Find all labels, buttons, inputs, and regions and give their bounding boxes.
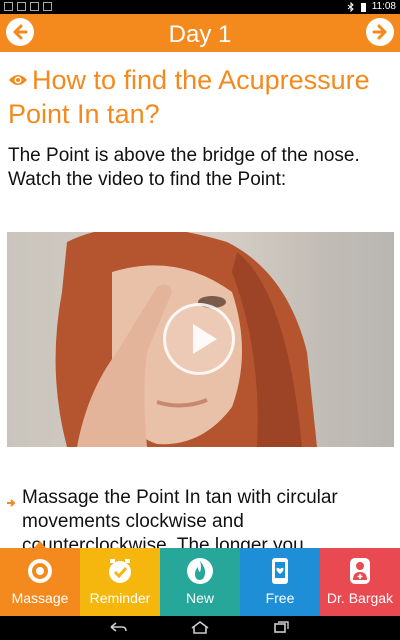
tab-label: Reminder [89, 590, 151, 606]
notification-icons [4, 2, 52, 11]
doctor-icon [350, 558, 370, 584]
tab-dr-bargak[interactable]: Dr. Bargak [320, 548, 400, 616]
bottom-tab-bar: Massage Reminder New Free Dr. Bargak [0, 541, 400, 616]
status-bar: 11:08 [0, 0, 400, 14]
battery-icon [360, 2, 366, 12]
eye-icon [8, 62, 28, 95]
tab-new[interactable]: New [160, 548, 240, 616]
lesson-content: How to find the Acupressure Point In tan… [0, 52, 400, 548]
tab-free[interactable]: Free [240, 548, 320, 616]
lesson-heading: How to find the Acupressure Point In tan… [8, 64, 396, 131]
play-icon [193, 324, 217, 354]
forward-button[interactable] [366, 18, 394, 46]
bluetooth-icon [347, 1, 354, 12]
instruction-item: Massage the Point In tan with circular m… [6, 486, 396, 548]
arrow-right-icon [372, 24, 387, 40]
system-nav-bar [0, 616, 400, 640]
flame-icon [187, 558, 213, 584]
tab-reminder[interactable]: Reminder [80, 548, 160, 616]
tab-label: New [185, 590, 214, 606]
home-nav-icon[interactable] [189, 620, 211, 634]
notification-icon [43, 2, 52, 11]
tab-label: Dr. Bargak [326, 590, 394, 606]
phone-icon [272, 558, 288, 584]
intro-text: The Point is above the bridge of the nos… [8, 145, 360, 190]
tab-label: Free [265, 590, 295, 606]
tab-label: Massage [11, 590, 69, 606]
bullet-arrow-icon [6, 486, 22, 548]
notification-icon [17, 2, 26, 11]
notification-icon [4, 2, 13, 11]
app-screen: 11:08 Day 1 How to find the Acupressure … [0, 0, 400, 640]
instruction-text: Massage the Point In tan with circular m… [22, 487, 338, 548]
page-title: Day 1 [168, 21, 232, 48]
video-player[interactable] [7, 232, 394, 447]
status-icons: 11:08 [347, 1, 396, 12]
play-button[interactable] [163, 303, 235, 375]
notification-icon [30, 2, 39, 11]
tab-massage[interactable]: Massage [0, 541, 80, 616]
alarm-icon [109, 559, 131, 583]
recent-apps-icon[interactable] [272, 620, 292, 634]
back-nav-icon[interactable] [108, 620, 128, 634]
app-bar: Day 1 [0, 14, 400, 52]
target-icon [28, 559, 52, 583]
clock: 11:08 [371, 1, 396, 12]
heading-text: How to find the Acupressure Point In tan… [8, 65, 370, 130]
